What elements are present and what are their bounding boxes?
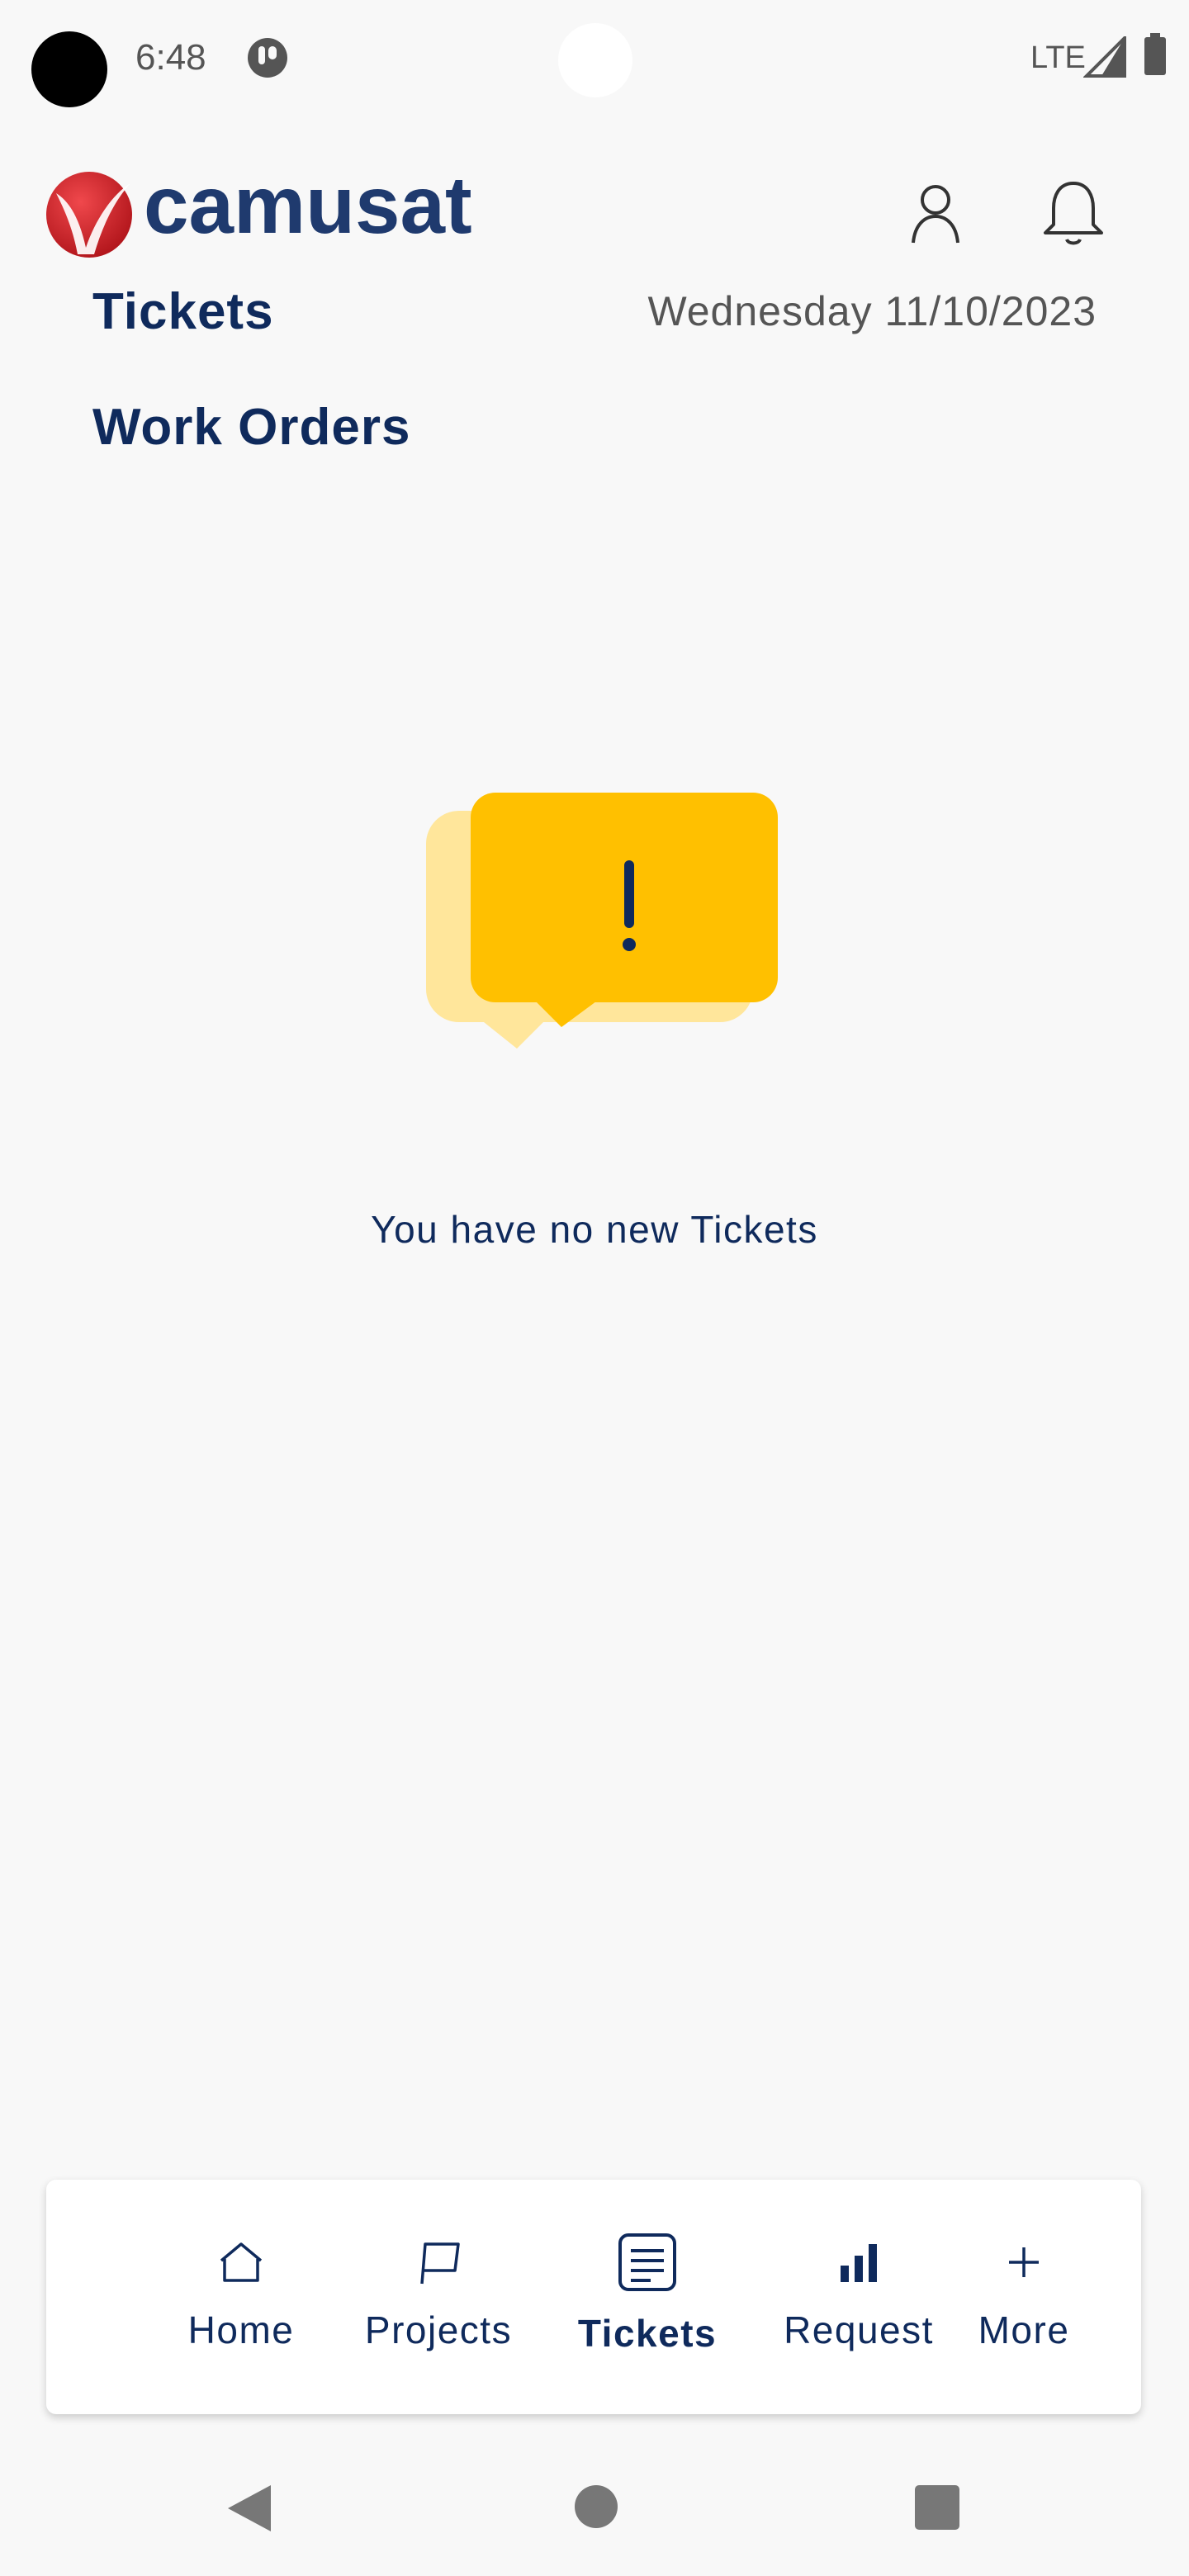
signal-icon — [1082, 34, 1126, 78]
nav-label-projects: Projects — [364, 2308, 513, 2351]
tab-tickets[interactable]: Tickets — [92, 279, 274, 345]
current-date: Wednesday 11/10/2023 — [647, 288, 1097, 334]
camera-notch — [558, 23, 632, 97]
camusat-logo: camusat — [45, 159, 490, 259]
notification-app-icon — [246, 36, 289, 79]
nav-label-request: Request — [784, 2308, 934, 2351]
battery-icon — [1143, 33, 1168, 76]
nav-item-more[interactable]: More — [941, 2180, 1106, 2414]
exclamation-speech-bubbles-icon — [426, 793, 778, 1057]
nav-label-tickets: Tickets — [577, 2312, 718, 2355]
profile-icon[interactable] — [910, 183, 961, 246]
nav-label-home: Home — [187, 2308, 295, 2351]
bar-chart-icon — [837, 2233, 880, 2292]
tickets-list-icon — [618, 2233, 677, 2292]
empty-state-message: You have no new Tickets — [371, 1208, 818, 1251]
home-icon — [216, 2233, 266, 2292]
front-camera — [31, 31, 107, 107]
recent-apps-icon[interactable] — [915, 2485, 959, 2530]
nav-item-tickets[interactable]: Tickets — [523, 2180, 771, 2414]
status-time: 6:48 — [135, 37, 206, 78]
plus-icon — [1004, 2233, 1044, 2292]
tab-work-orders[interactable]: Work Orders — [92, 395, 410, 461]
flag-icon — [414, 2233, 463, 2292]
back-icon[interactable] — [225, 2482, 272, 2535]
svg-text:camusat: camusat — [144, 168, 472, 250]
bottom-navigation: Home Projects Tickets Request More — [46, 2180, 1141, 2414]
nav-label-more: More — [978, 2308, 1070, 2351]
home-circle-icon[interactable] — [575, 2485, 618, 2528]
bell-icon[interactable] — [1042, 178, 1105, 249]
network-type: LTE — [1030, 40, 1086, 75]
